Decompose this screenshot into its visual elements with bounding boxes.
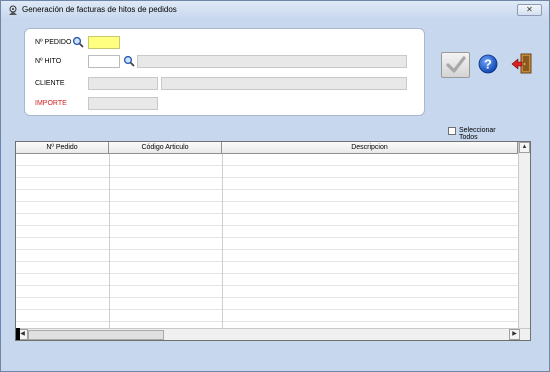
column-header-pedido[interactable]: Nº Pedido xyxy=(16,142,109,154)
column-header-codigo-articulo[interactable]: Código Articulo xyxy=(109,142,222,154)
exit-door-icon[interactable] xyxy=(510,52,534,76)
scroll-up-arrow-icon[interactable]: ▲ xyxy=(519,142,530,153)
table-row[interactable] xyxy=(16,166,518,178)
table-row[interactable] xyxy=(16,178,518,190)
pedido-input[interactable] xyxy=(88,36,120,49)
table-row[interactable] xyxy=(16,226,518,238)
svg-text:?: ? xyxy=(484,57,492,72)
column-header-descripcion[interactable]: Descripcion xyxy=(222,142,518,154)
table-row[interactable] xyxy=(16,274,518,286)
grid-header: Nº Pedido Código Articulo Descripcion xyxy=(16,142,518,154)
table-row[interactable] xyxy=(16,262,518,274)
checkmark-icon xyxy=(446,56,466,73)
importe-label: IMPORTE xyxy=(35,100,67,107)
select-all-checkbox[interactable] xyxy=(448,127,456,135)
select-all-label: Seleccionar Todos xyxy=(459,127,496,141)
importe-field xyxy=(88,97,158,110)
form-panel: Nº PEDIDO Nº HITO CLIENTE IMPORTE xyxy=(24,28,425,116)
scroll-right-arrow-icon[interactable]: ▶ xyxy=(509,329,520,340)
vertical-scrollbar[interactable]: ▲ xyxy=(518,142,530,328)
cliente-label: CLIENTE xyxy=(35,80,65,87)
title-bar: Generación de facturas de hitos de pedid… xyxy=(1,1,549,20)
cliente-code-field xyxy=(88,77,158,90)
table-row[interactable] xyxy=(16,298,518,310)
table-row[interactable] xyxy=(16,310,518,322)
table-row[interactable] xyxy=(16,154,518,166)
search-icon[interactable] xyxy=(72,36,84,48)
close-button[interactable]: ✕ xyxy=(517,4,542,16)
help-icon[interactable]: ? xyxy=(478,54,498,74)
search-icon[interactable] xyxy=(123,55,135,67)
table-row[interactable] xyxy=(16,286,518,298)
hito-input[interactable] xyxy=(88,55,120,68)
table-row[interactable] xyxy=(16,250,518,262)
hito-description-field xyxy=(137,55,407,68)
cliente-name-field xyxy=(161,77,407,90)
column-divider xyxy=(109,154,110,328)
confirm-button[interactable] xyxy=(441,52,470,78)
row-indicator-mark xyxy=(16,328,20,340)
horizontal-scroll-thumb[interactable] xyxy=(28,330,164,340)
pedido-label: Nº PEDIDO xyxy=(35,39,72,46)
order-lines-grid[interactable]: Nº Pedido Código Articulo Descripcion ▲ xyxy=(15,141,531,341)
column-divider xyxy=(222,154,223,328)
main-window: Generación de facturas de hitos de pedid… xyxy=(0,0,550,372)
window-title: Generación de facturas de hitos de pedid… xyxy=(22,5,177,14)
hito-label: Nº HITO xyxy=(35,58,62,65)
table-row[interactable] xyxy=(16,190,518,202)
table-row[interactable] xyxy=(16,214,518,226)
table-row[interactable] xyxy=(16,238,518,250)
app-icon xyxy=(9,5,17,15)
grid-body[interactable] xyxy=(16,154,518,328)
table-row[interactable] xyxy=(16,202,518,214)
horizontal-scrollbar[interactable]: ◀ ▶ xyxy=(16,328,530,340)
